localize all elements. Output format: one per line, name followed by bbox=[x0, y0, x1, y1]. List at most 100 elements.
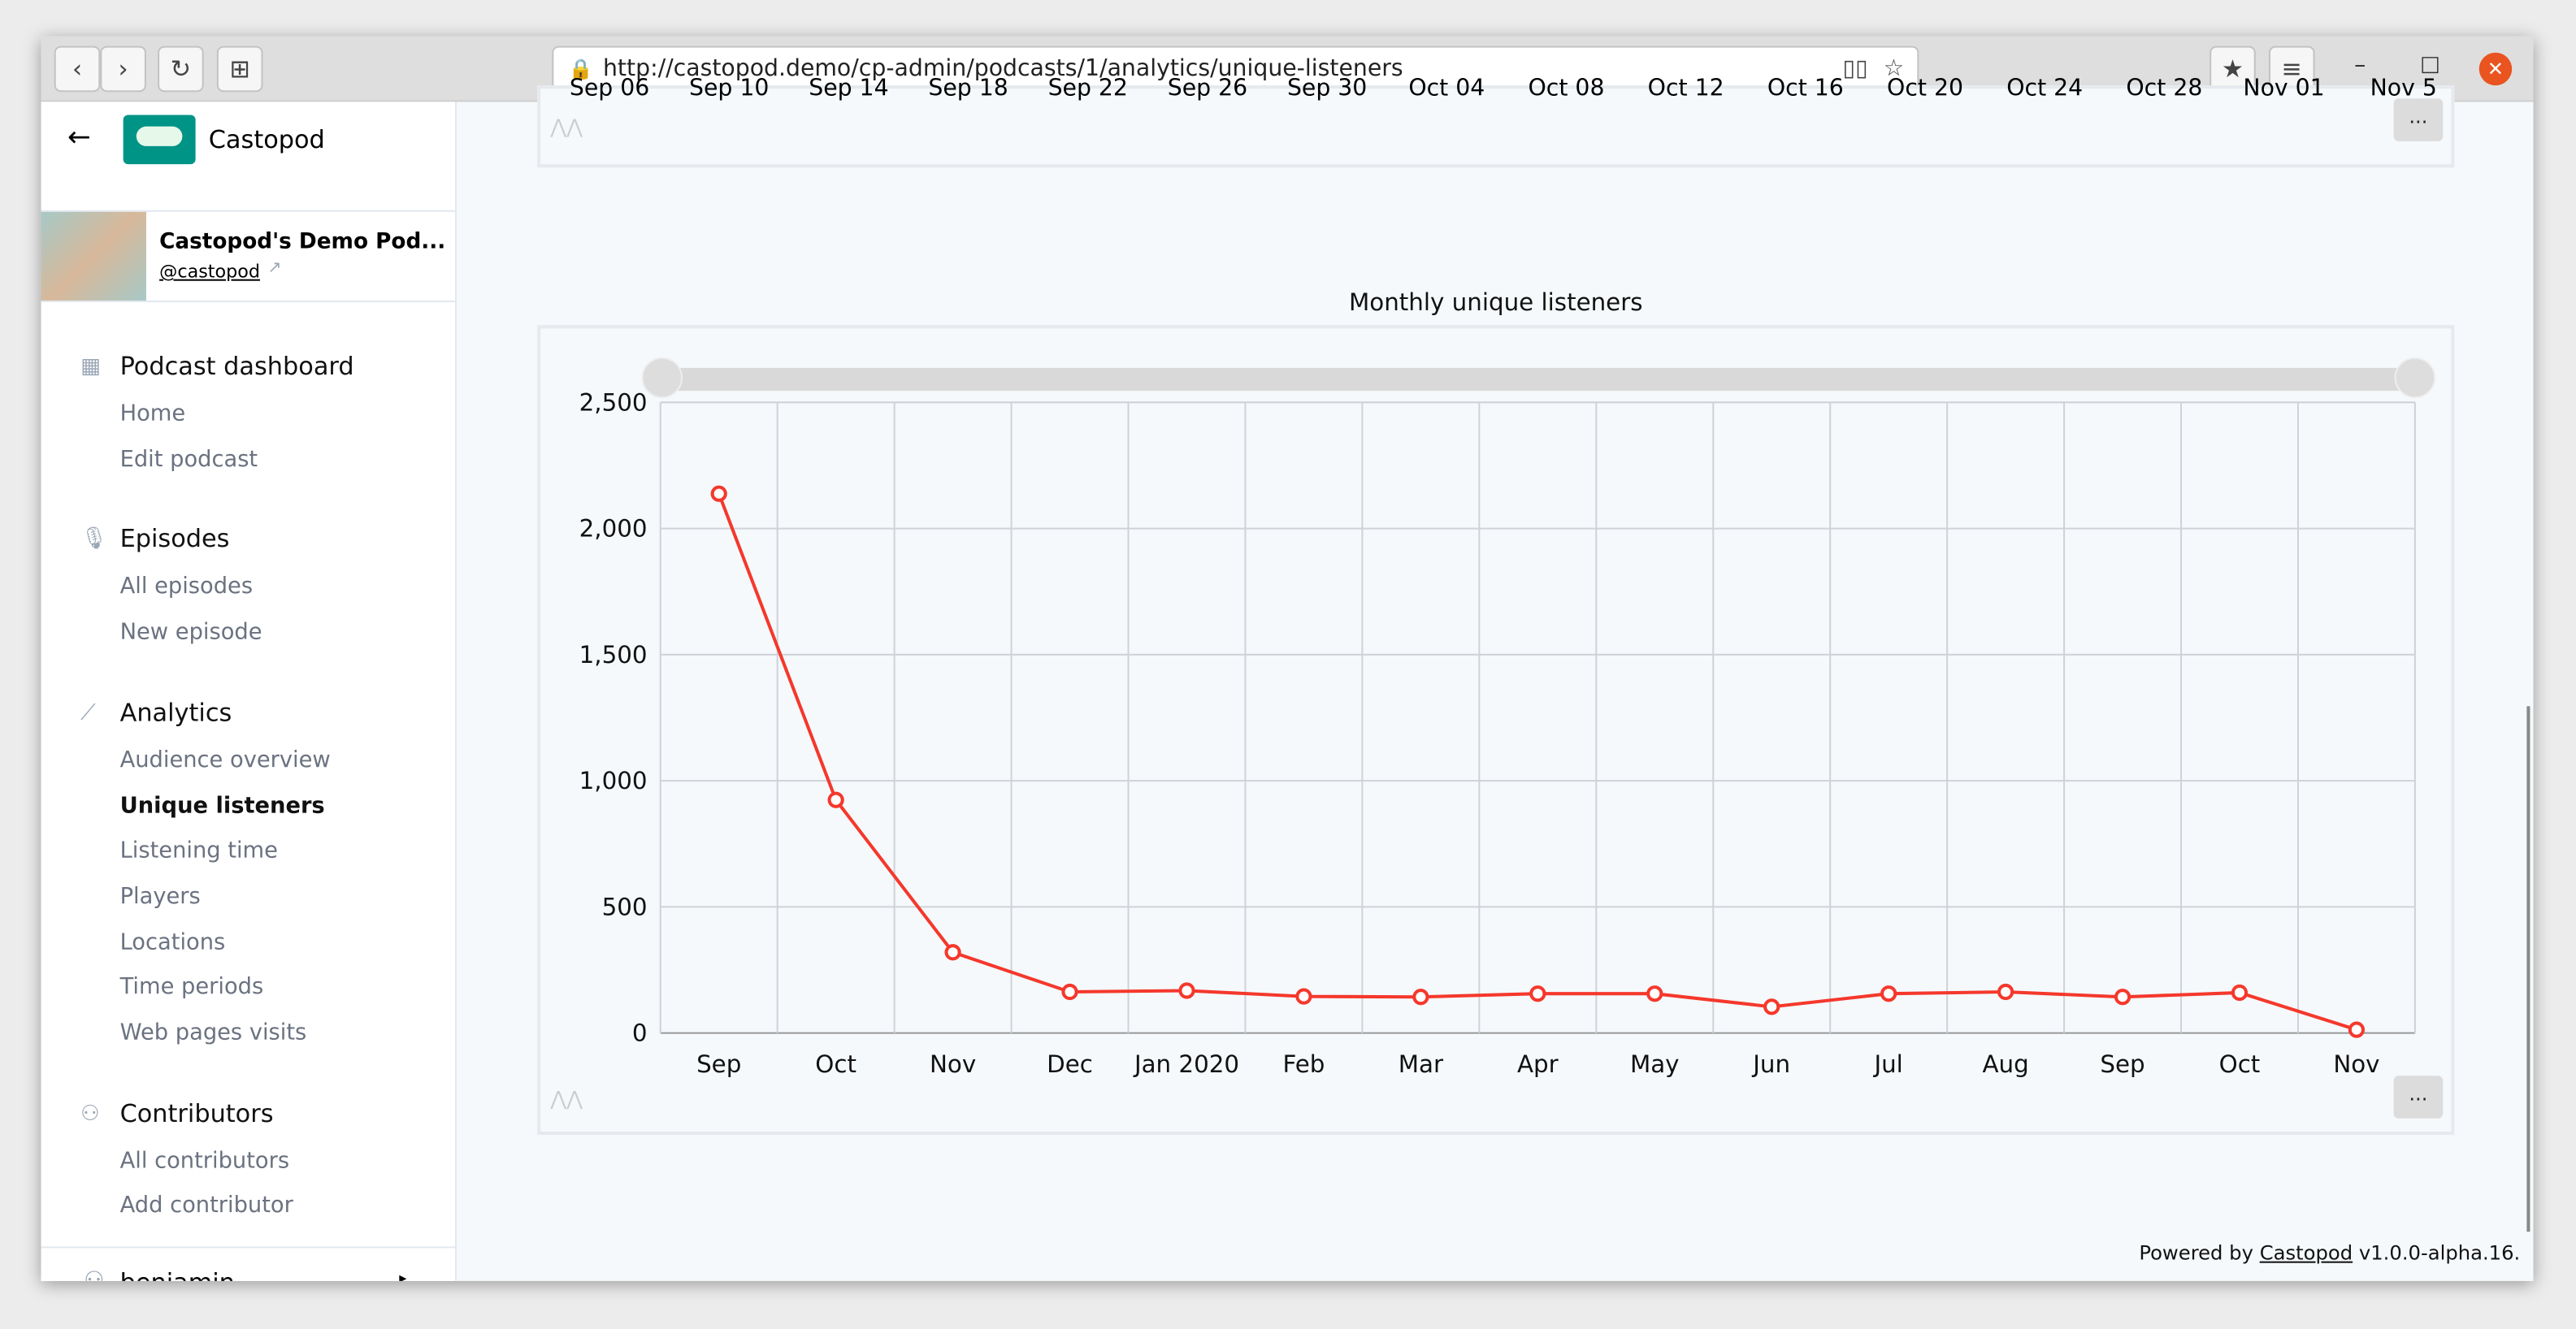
nav-item[interactable]: Unique listeners bbox=[120, 792, 325, 818]
line-chart: 0 500 1,000 1,500 2,000 2,500 Sep Oct Nov Dec Jan … bbox=[579, 357, 2436, 1078]
x-tick-label: Nov bbox=[930, 1050, 976, 1078]
brand-name[interactable]: Castopod bbox=[209, 125, 325, 154]
nav-item[interactable]: All contributors bbox=[120, 1148, 289, 1174]
back-icon[interactable]: ‹ bbox=[54, 45, 101, 93]
nav-section-3[interactable]: Contributors bbox=[120, 1098, 274, 1128]
monthly-chart: 0 500 1,000 1,500 2,000 2,500 Sep Oct Nov Dec Jan … bbox=[537, 325, 2455, 1135]
x-tick-label: Oct 28 bbox=[2126, 74, 2202, 101]
microphone-icon: 🎙 bbox=[80, 527, 108, 553]
data-point[interactable] bbox=[1997, 983, 2014, 1001]
x-tick-label: Feb bbox=[1282, 1050, 1325, 1078]
x-tick-label: Aug bbox=[1982, 1050, 2028, 1078]
browser-window: ‹ › ↻ ⊞ 🔒 http://castopod.demo/cp-admin/p… bbox=[41, 36, 2534, 1281]
data-point[interactable] bbox=[1412, 989, 1429, 1006]
back-arrow-icon[interactable]: ← bbox=[67, 122, 91, 154]
nav-section-1[interactable]: Episodes bbox=[120, 525, 230, 554]
nav-item[interactable]: All episodes bbox=[120, 574, 253, 600]
footer: Powered by Castopod v1.0.0-alpha.16. bbox=[2139, 1241, 2521, 1266]
y-tick-label: 2,500 bbox=[579, 388, 648, 416]
data-point[interactable] bbox=[2114, 989, 2131, 1006]
x-tick-label: Nov 5 bbox=[2370, 74, 2437, 101]
nav-section-0[interactable]: Podcast dashboard bbox=[120, 352, 354, 381]
user-icon: ⚇ bbox=[84, 1268, 104, 1281]
data-point[interactable] bbox=[1295, 988, 1312, 1005]
nav-item[interactable]: Audience overview bbox=[120, 747, 331, 773]
zoom-toggle-icon[interactable]: ⋀⋀ bbox=[550, 115, 583, 138]
x-tick-label: Sep bbox=[2100, 1050, 2144, 1078]
close-icon[interactable]: ✕ bbox=[2478, 52, 2513, 86]
x-tick-label: Sep 10 bbox=[689, 74, 769, 101]
nav-item[interactable]: Locations bbox=[120, 929, 226, 955]
nav-item[interactable]: Web pages visits bbox=[120, 1019, 307, 1045]
x-tick-label: Sep 18 bbox=[928, 74, 1008, 101]
dashboard-icon: ▦ bbox=[80, 354, 101, 380]
x-tick-label: Sep 30 bbox=[1287, 74, 1367, 101]
data-point[interactable] bbox=[1178, 982, 1195, 999]
x-tick-label: Oct 24 bbox=[2006, 74, 2083, 101]
chart-title: Monthly unique listeners bbox=[1348, 290, 1643, 318]
reload-icon[interactable]: ↻ bbox=[158, 45, 204, 93]
x-tick-label: Sep 22 bbox=[1048, 74, 1128, 101]
nav-item[interactable]: Players bbox=[120, 883, 201, 909]
sidebar: ← Castopod Castopod's Demo Pod... @casto… bbox=[41, 102, 458, 1281]
chart-menu-button[interactable]: ... bbox=[2393, 1076, 2444, 1119]
minimize-icon[interactable]: – bbox=[2354, 53, 2366, 79]
external-link-icon: ↗ bbox=[267, 259, 282, 278]
data-point[interactable] bbox=[944, 944, 961, 961]
main-content: Sep 06 Sep 10 Sep 14 Sep 18 Sep 22 Sep 26 Sep … bbox=[457, 74, 2533, 1281]
forward-icon[interactable]: › bbox=[100, 45, 146, 93]
reader-view-icon[interactable]: ▯▯ bbox=[1842, 56, 1867, 82]
nav-item[interactable]: New episode bbox=[120, 619, 262, 645]
x-tick-label: Oct 12 bbox=[1648, 74, 1724, 101]
data-point[interactable] bbox=[1646, 985, 1663, 1002]
user-menu[interactable]: benjamin bbox=[120, 1268, 235, 1281]
x-tick-label: Nov bbox=[2333, 1050, 2379, 1078]
range-handle-start[interactable] bbox=[641, 357, 683, 399]
data-point[interactable] bbox=[1763, 998, 1780, 1015]
castopod-logo[interactable] bbox=[123, 115, 196, 165]
nav-section-2[interactable]: Analytics bbox=[120, 698, 232, 727]
castopod-link[interactable]: Castopod bbox=[2260, 1241, 2353, 1264]
data-point[interactable] bbox=[2231, 984, 2249, 1002]
caret-right-icon[interactable]: ▸ bbox=[399, 1271, 406, 1281]
nav-item[interactable]: Listening time bbox=[120, 838, 278, 864]
line-chart-icon: ⟋ bbox=[80, 700, 96, 726]
x-tick-label: Oct 20 bbox=[1887, 74, 1963, 101]
y-tick-label: 500 bbox=[602, 893, 648, 920]
nav-item[interactable]: Add contributor bbox=[120, 1193, 293, 1219]
range-handle-end[interactable] bbox=[2394, 357, 2436, 399]
x-tick-label: Oct 16 bbox=[1767, 74, 1844, 101]
x-tick-label: Jul bbox=[1872, 1050, 1902, 1078]
nav-item[interactable]: Edit podcast bbox=[120, 446, 258, 472]
users-icon: ⚇ bbox=[80, 1101, 100, 1127]
x-tick-label: Nov 01 bbox=[2243, 74, 2324, 101]
x-tick-label: Apr bbox=[1517, 1050, 1559, 1078]
y-tick-label: 1,500 bbox=[579, 641, 648, 669]
y-tick-label: 1,000 bbox=[579, 767, 648, 794]
data-point[interactable] bbox=[1061, 983, 1078, 1001]
new-tab-icon[interactable]: ⊞ bbox=[216, 45, 263, 93]
x-tick-label: Mar bbox=[1399, 1050, 1444, 1078]
x-tick-label: Jan 2020 bbox=[1133, 1050, 1239, 1078]
x-tick-label: May bbox=[1630, 1050, 1680, 1078]
data-point[interactable] bbox=[1529, 985, 1546, 1002]
range-slider[interactable] bbox=[655, 367, 2417, 392]
x-tick-label: Jun bbox=[1751, 1050, 1790, 1078]
podcast-handle-link[interactable]: @castopod bbox=[159, 261, 260, 282]
x-tick-label: Dec bbox=[1047, 1050, 1093, 1078]
data-point[interactable] bbox=[1880, 985, 1897, 1002]
scrollbar[interactable] bbox=[2526, 706, 2530, 1232]
data-point[interactable] bbox=[2348, 1021, 2366, 1038]
nav-item[interactable]: Time periods bbox=[120, 974, 264, 1000]
y-tick-label: 0 bbox=[632, 1019, 648, 1047]
data-point[interactable] bbox=[710, 485, 727, 502]
chart-menu-button[interactable]: ... bbox=[2393, 98, 2444, 141]
series-line bbox=[717, 493, 2357, 1032]
podcast-cover bbox=[41, 211, 146, 301]
nav-item[interactable]: Home bbox=[120, 400, 186, 426]
zoom-toggle-icon[interactable]: ⋀⋀ bbox=[550, 1087, 583, 1110]
version-text: v1.0.0-alpha.16. bbox=[2358, 1241, 2521, 1265]
data-point[interactable] bbox=[827, 791, 844, 808]
x-tick-label: Sep bbox=[696, 1050, 741, 1078]
x-tick-label: Oct bbox=[815, 1050, 856, 1078]
